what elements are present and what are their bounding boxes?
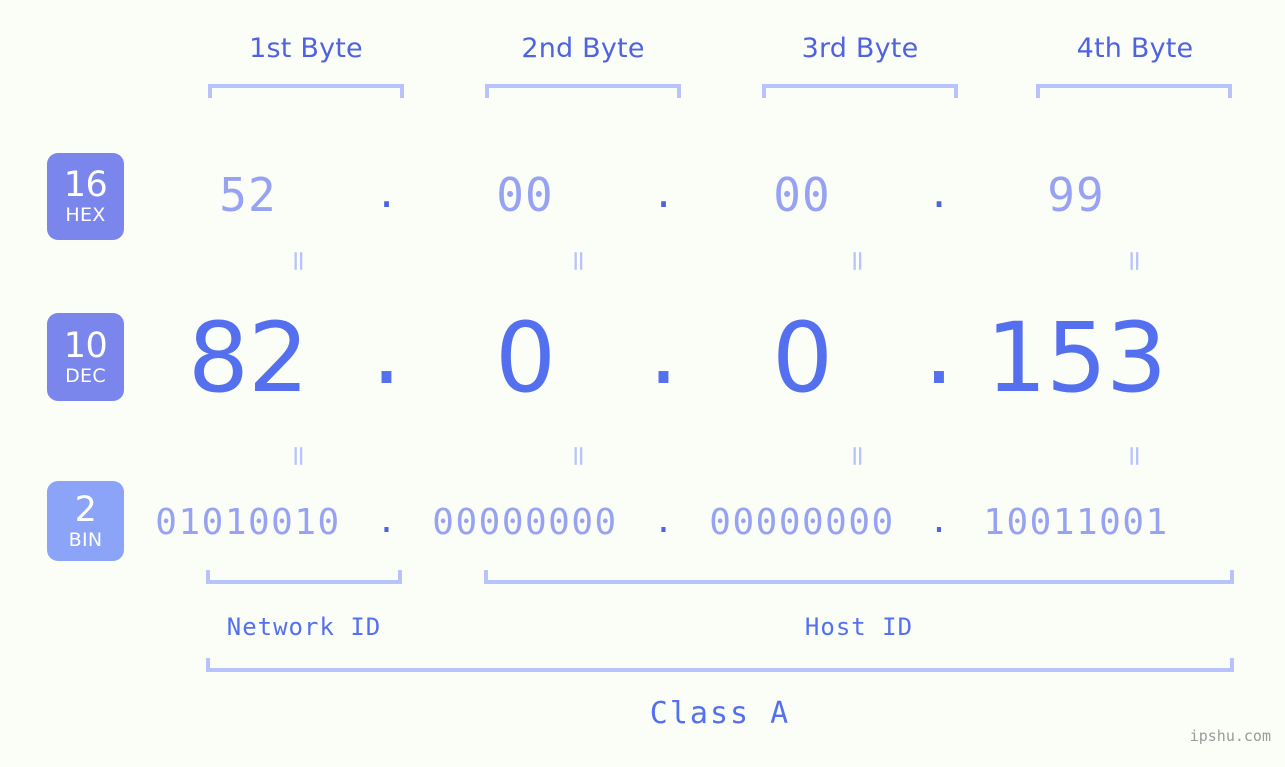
host-id-label: Host ID — [804, 613, 914, 641]
base-badge-bin-number: 2 — [74, 489, 97, 530]
byte-header-3: 3rd Byte — [801, 33, 919, 64]
bin-octet-4: 10011001 — [983, 501, 1169, 543]
dec-octet-4: 153 — [985, 301, 1167, 414]
hex-separator-2: . — [656, 163, 671, 218]
base-badge-dec-name: DEC — [65, 364, 106, 387]
hex-value-row: 52 . 00 . 00 . 99 — [150, 155, 1255, 235]
bin-octet-1: 01010010 — [155, 501, 341, 543]
dec-separator-1: . — [371, 293, 402, 406]
network-id-bracket — [206, 570, 402, 584]
byte-header-1: 1st Byte — [249, 33, 363, 64]
hex-octet-3: 00 — [773, 168, 831, 222]
bin-octet-2: 00000000 — [432, 501, 618, 543]
bin-separator-2: . — [657, 496, 670, 542]
base-badge-bin-name: BIN — [68, 528, 103, 551]
hex-separator-3: . — [931, 163, 947, 218]
base-badge-hex-name: HEX — [65, 204, 106, 226]
base-badge-hex-number: 16 — [63, 165, 108, 205]
class-bracket — [206, 658, 1234, 672]
dec-octet-2: 0 — [494, 301, 556, 414]
dec-octet-1: 82 — [187, 301, 309, 414]
equals-mark-hex-dec-3: = — [841, 249, 875, 273]
base-badge-bin: 2 BIN — [47, 481, 124, 561]
byte-header-4: 4th Byte — [1076, 33, 1194, 64]
equals-mark-dec-bin-2: = — [562, 444, 596, 468]
dec-separator-2: . — [648, 293, 679, 406]
equals-mark-hex-dec-1: = — [282, 249, 316, 273]
equals-mark-dec-bin-3: = — [841, 444, 875, 468]
byte-header-2: 2nd Byte — [521, 33, 645, 64]
equals-mark-dec-bin-4: = — [1118, 444, 1152, 468]
ip-address-breakdown-diagram: 1st Byte 2nd Byte 3rd Byte 4th Byte 16 H… — [0, 0, 1285, 767]
bin-octet-3: 00000000 — [709, 501, 895, 543]
byte-bracket-2 — [485, 84, 681, 98]
network-id-label: Network ID — [226, 613, 382, 641]
byte-bracket-3 — [762, 84, 958, 98]
bin-value-row: 01010010 . 00000000 . 00000000 . 1001100… — [150, 492, 1255, 552]
equals-mark-hex-dec-2: = — [562, 249, 596, 273]
class-label: Class A — [649, 696, 791, 731]
base-badge-hex: 16 HEX — [47, 153, 124, 240]
byte-bracket-4 — [1036, 84, 1232, 98]
dec-separator-3: . — [923, 293, 955, 406]
hex-octet-2: 00 — [496, 168, 554, 222]
byte-bracket-1 — [208, 84, 404, 98]
base-badge-dec-number: 10 — [63, 325, 108, 366]
hex-separator-1: . — [379, 163, 394, 218]
bin-separator-1: . — [380, 496, 393, 542]
hex-octet-1: 52 — [219, 168, 277, 222]
bin-separator-3: . — [932, 496, 946, 542]
dec-value-row: 82 . 0 . 0 . 153 — [150, 300, 1255, 415]
equals-mark-dec-bin-1: = — [282, 444, 316, 468]
watermark: ipshu.com — [1189, 727, 1271, 745]
base-badge-dec: 10 DEC — [47, 313, 124, 401]
hex-octet-4: 99 — [1047, 168, 1105, 222]
equals-mark-hex-dec-4: = — [1118, 249, 1152, 273]
host-id-bracket — [484, 570, 1234, 584]
dec-octet-3: 0 — [771, 301, 833, 414]
